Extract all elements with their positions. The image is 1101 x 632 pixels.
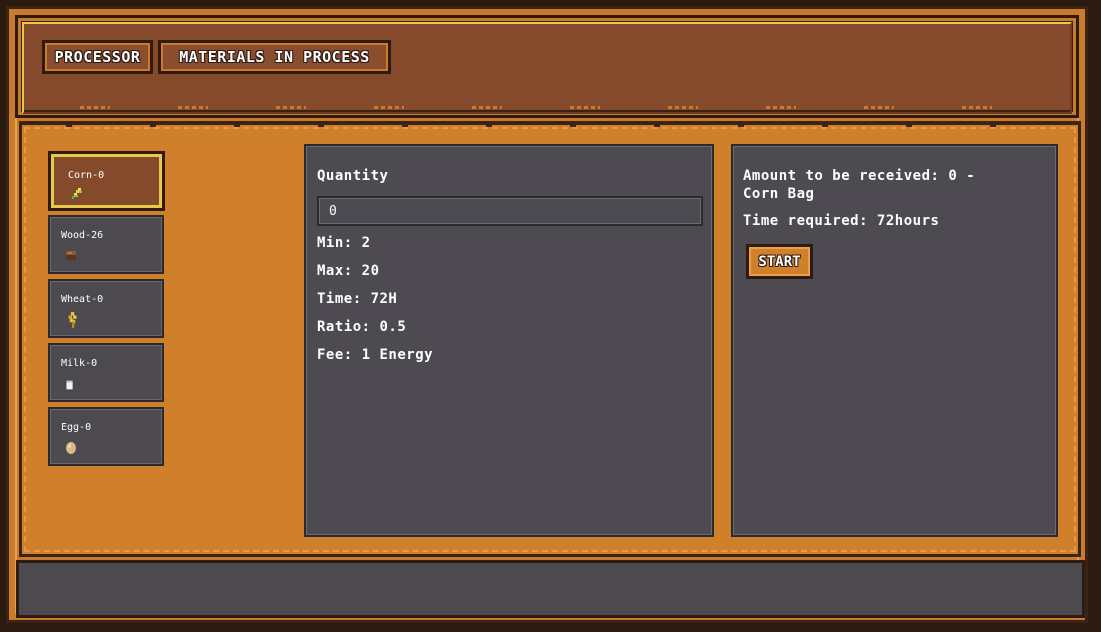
material-label: Egg-0 [61, 422, 92, 433]
rivet-decoration [19, 121, 1081, 131]
material-item-milk[interactable]: Milk-0 [48, 343, 164, 402]
amount-received-text: Amount to be received: 0 - [743, 168, 976, 184]
corn-icon [72, 188, 82, 199]
result-panel: Amount to be received: 0 - Corn Bag Time… [731, 144, 1058, 537]
amount-received-item: Corn Bag [743, 186, 815, 202]
tab-processor[interactable]: PROCESSOR [42, 40, 153, 74]
process-settings-panel: Quantity Min: 2 Max: 20 Time: 72H Ratio:… [304, 144, 714, 537]
material-label: Wood-26 [61, 230, 104, 241]
start-button[interactable]: START [746, 244, 813, 279]
max-text: Max: 20 [317, 263, 380, 279]
material-item-wheat[interactable]: Wheat-0 [48, 279, 164, 338]
quantity-input[interactable] [317, 196, 703, 226]
wheat-icon [68, 312, 77, 328]
material-label: Milk-0 [61, 358, 98, 369]
material-item-wood[interactable]: Wood-26 [48, 215, 164, 274]
material-label: Wheat-0 [61, 294, 104, 305]
ratio-text: Ratio: 0.5 [317, 319, 407, 335]
milk-icon [66, 380, 73, 390]
wood-icon [66, 251, 76, 260]
material-label: Corn-0 [68, 170, 105, 181]
material-item-corn[interactable]: Corn-0 [48, 151, 165, 211]
time-text: Time: 72H [317, 291, 398, 307]
min-text: Min: 2 [317, 235, 371, 251]
footer-strip [16, 560, 1085, 618]
fee-text: Fee: 1 Energy [317, 347, 434, 363]
egg-icon [66, 442, 76, 454]
material-item-egg[interactable]: Egg-0 [48, 407, 164, 466]
tab-materials-in-process[interactable]: MATERIALS IN PROCESS [158, 40, 391, 74]
header-dash-decoration [80, 106, 1020, 110]
quantity-label: Quantity [317, 168, 389, 184]
time-required-text: Time required: 72hours [743, 213, 940, 229]
